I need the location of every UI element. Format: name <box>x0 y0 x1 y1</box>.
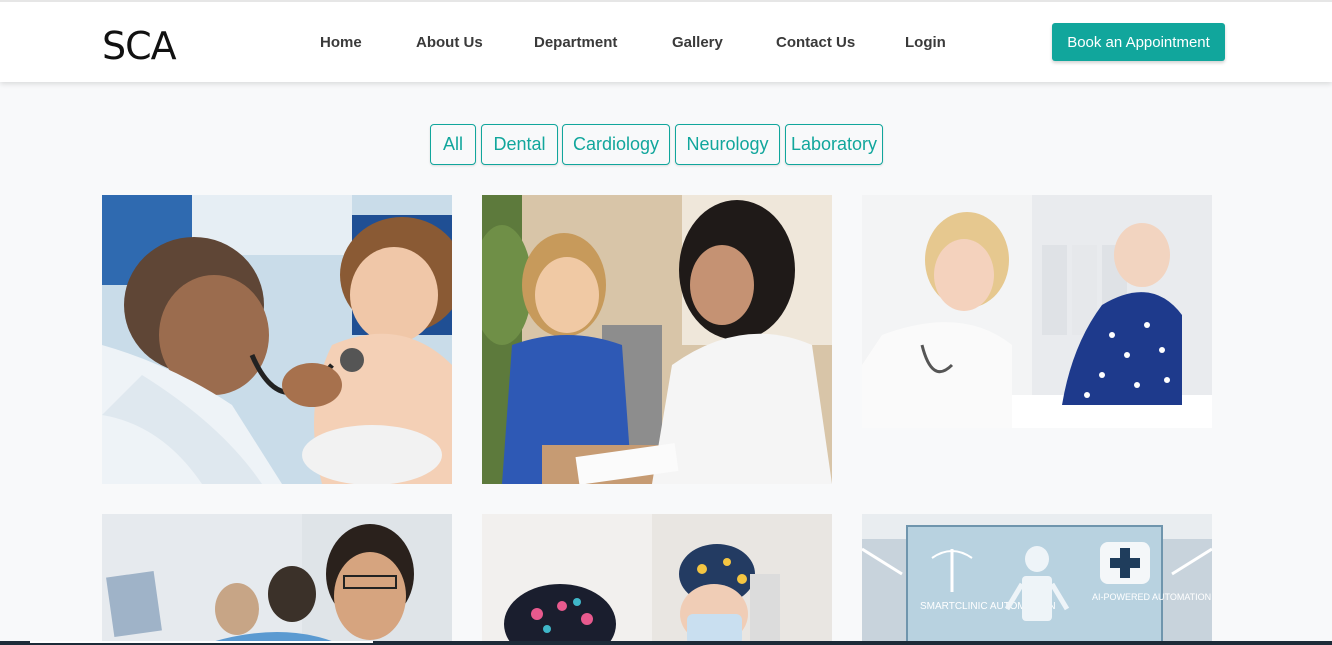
gallery-image-surgeons[interactable] <box>482 514 832 645</box>
filter-all[interactable]: All <box>430 124 476 165</box>
nav-about-us[interactable]: About Us <box>416 34 483 51</box>
nav-contact-us[interactable]: Contact Us <box>776 34 855 51</box>
gallery-image-doctor-child[interactable] <box>102 195 452 484</box>
top-navbar: SCA Home About Us Department Gallery Con… <box>0 0 1332 82</box>
filter-laboratory[interactable]: Laboratory <box>785 124 883 165</box>
nav-home[interactable]: Home <box>320 34 362 51</box>
site-logo[interactable]: SCA <box>102 24 177 68</box>
ai-panel-right-caption: AI-POWERED AUTOMATION SYSTEM <box>1092 592 1212 602</box>
nav-department[interactable]: Department <box>534 34 617 51</box>
scrollbar-thumb[interactable] <box>30 641 373 643</box>
horizontal-scrollbar[interactable] <box>0 641 1332 645</box>
nav-gallery[interactable]: Gallery <box>672 34 723 51</box>
filter-cardiology[interactable]: Cardiology <box>562 124 670 165</box>
gallery-image-smiling-doctor[interactable] <box>102 514 452 645</box>
nav-login[interactable]: Login <box>905 34 946 51</box>
filter-dental[interactable]: Dental <box>481 124 558 165</box>
gallery-image-ai-automation[interactable]: SMARTCLINIC AUTOMATION AI-POWERED AUTOMA… <box>862 514 1212 645</box>
filter-neurology[interactable]: Neurology <box>675 124 780 165</box>
gallery-image-pediatrician-baby[interactable] <box>862 195 1212 428</box>
book-appointment-button[interactable]: Book an Appointment <box>1052 23 1225 61</box>
gallery-image-consultation[interactable] <box>482 195 832 484</box>
